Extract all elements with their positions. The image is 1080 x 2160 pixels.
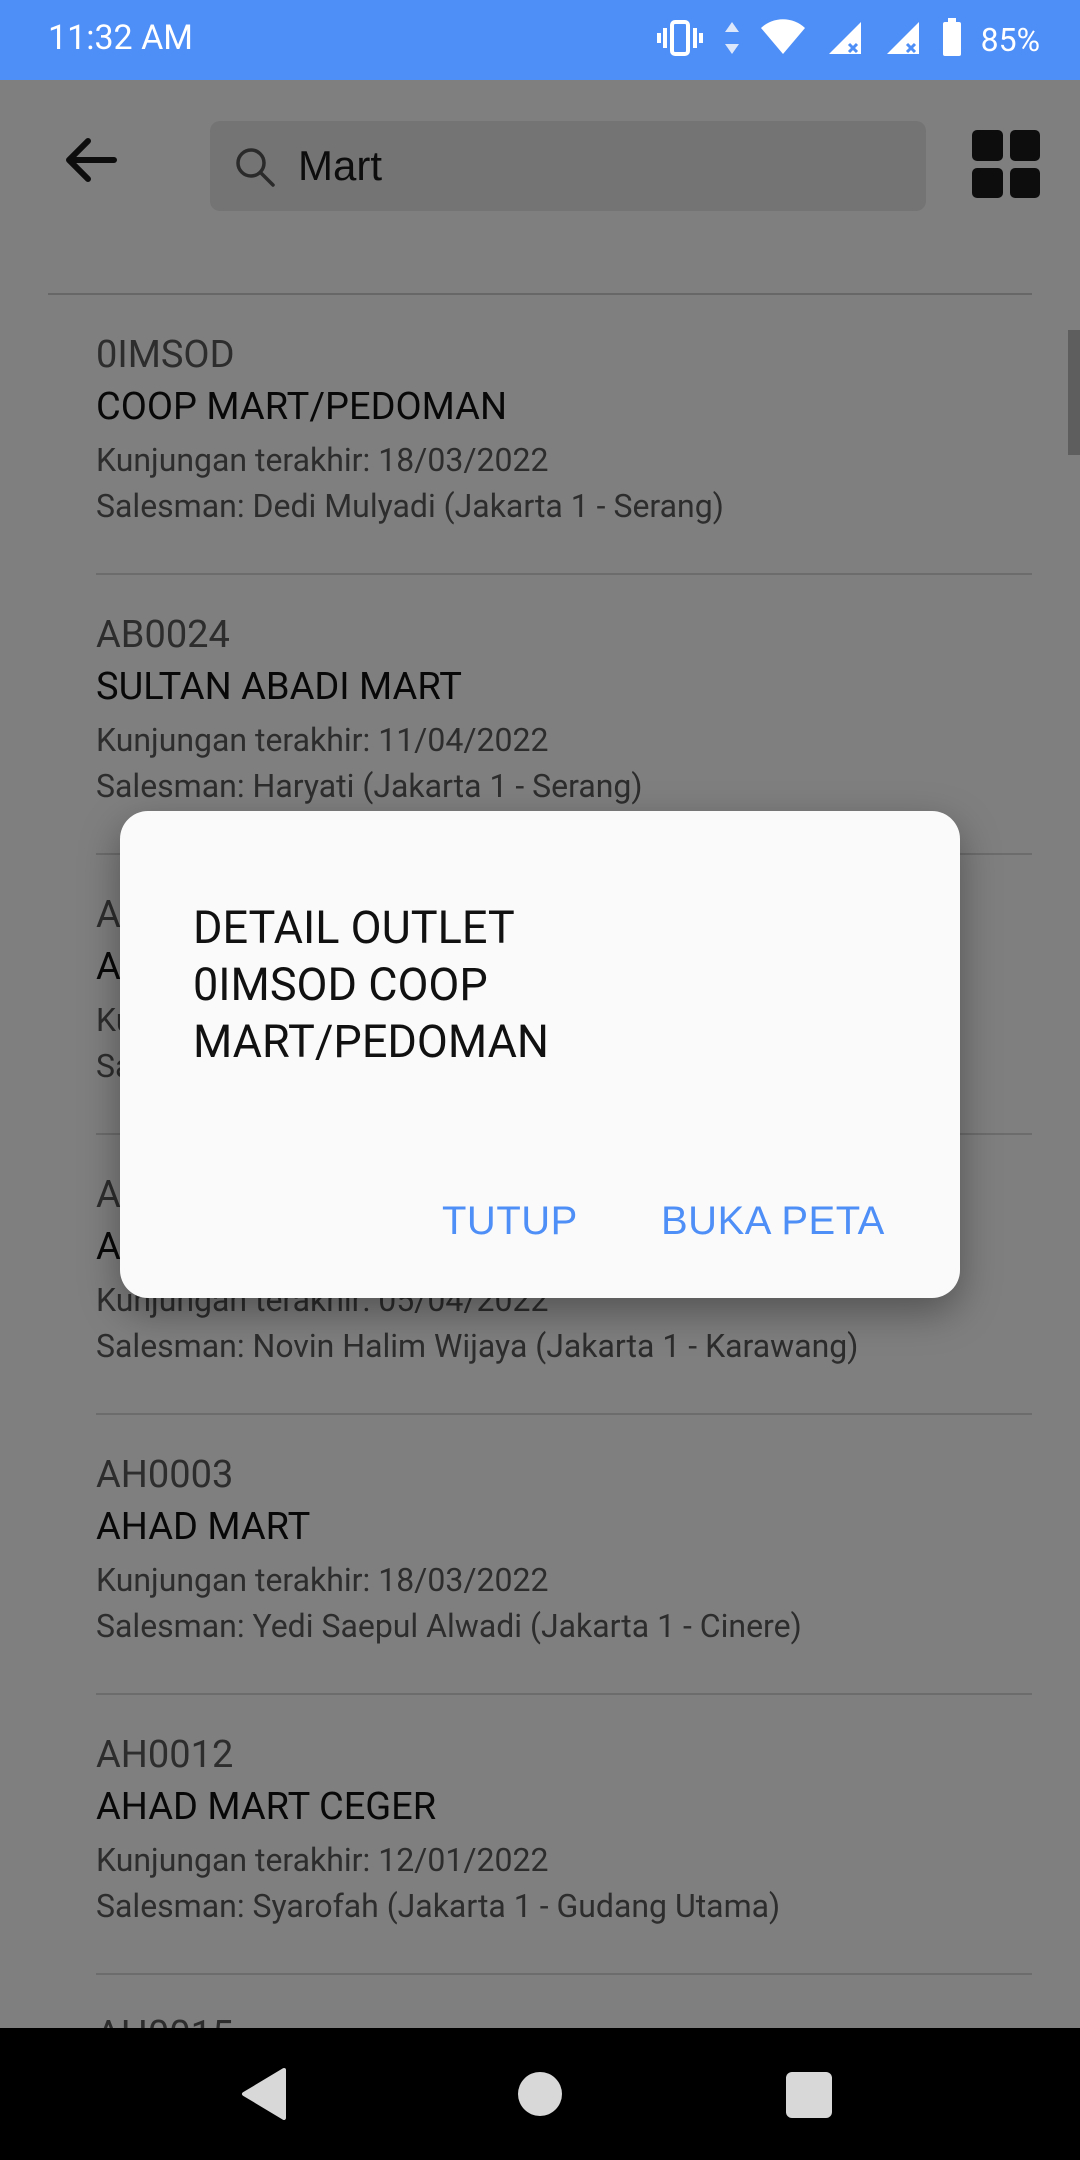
wifi-icon: [759, 18, 807, 62]
outlet-search-screen: 0IMSOD COOP MART/PEDOMAN Kunjungan terak…: [0, 80, 1080, 2028]
open-map-button[interactable]: BUKA PETA: [661, 1199, 885, 1244]
nav-home-icon[interactable]: [518, 2072, 562, 2116]
dialog-title: DETAIL OUTLET 0IMSOD COOP MART/PEDOMAN: [193, 901, 550, 1068]
battery-icon: [941, 18, 963, 62]
status-time: 11:32 AM: [48, 18, 193, 58]
nav-recents-icon[interactable]: [786, 2072, 832, 2118]
signal-icon-2: [883, 18, 923, 62]
vibrate-icon: [655, 18, 705, 62]
data-arrows-icon: [723, 18, 741, 62]
signal-icon: [825, 18, 865, 62]
close-button[interactable]: TUTUP: [442, 1199, 578, 1244]
status-bar: 11:32 AM 85%: [0, 0, 1080, 80]
nav-back-icon[interactable]: [240, 2068, 288, 2120]
outlet-detail-dialog: DETAIL OUTLET 0IMSOD COOP MART/PEDOMAN T…: [120, 811, 960, 1298]
battery-percent: 85%: [980, 21, 1040, 59]
navigation-bar: [0, 2028, 1080, 2160]
status-icons: 85%: [655, 14, 1040, 66]
